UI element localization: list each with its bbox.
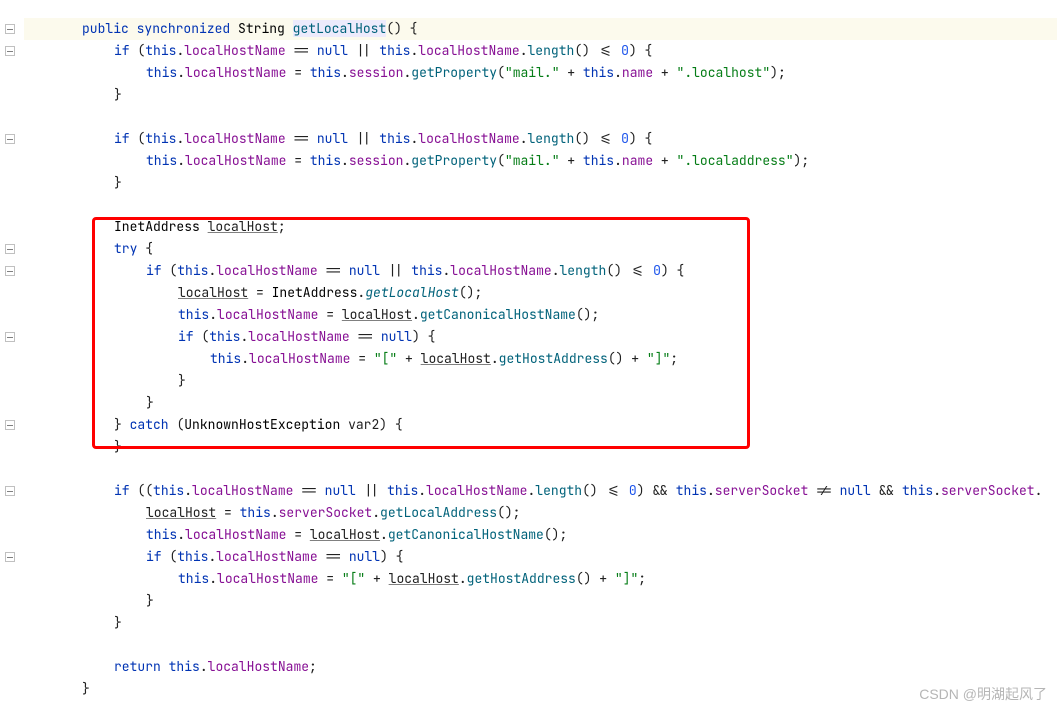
fold-marker[interactable] bbox=[0, 414, 20, 436]
code-line[interactable]: } bbox=[24, 84, 1057, 106]
code-line[interactable]: if (this.localHostName == null) { bbox=[24, 546, 1057, 568]
fold-marker[interactable] bbox=[0, 238, 20, 260]
code-line[interactable]: if (this.localHostName == null) { bbox=[24, 326, 1057, 348]
code-line[interactable]: } bbox=[24, 436, 1057, 458]
fold-marker[interactable] bbox=[0, 480, 20, 502]
code-line[interactable]: this.localHostName = "[" + localHost.get… bbox=[24, 568, 1057, 590]
code-line[interactable]: this.localHostName = localHost.getCanoni… bbox=[24, 524, 1057, 546]
code-line[interactable]: } catch (UnknownHostException var2) { bbox=[24, 414, 1057, 436]
code-line[interactable]: try { bbox=[24, 238, 1057, 260]
code-line[interactable]: this.localHostName = "[" + localHost.get… bbox=[24, 348, 1057, 370]
fold-marker[interactable] bbox=[0, 40, 20, 62]
code-line[interactable] bbox=[24, 458, 1057, 480]
gutter bbox=[0, 0, 20, 711]
code-line[interactable]: if (this.localHostName == null || this.l… bbox=[24, 128, 1057, 150]
code-line[interactable]: if ((this.localHostName == null || this.… bbox=[24, 480, 1057, 502]
code-line[interactable]: return this.localHostName; bbox=[24, 656, 1057, 678]
code-line[interactable] bbox=[24, 106, 1057, 128]
fold-marker[interactable] bbox=[0, 18, 20, 40]
fold-marker[interactable] bbox=[0, 546, 20, 568]
code-line[interactable]: if (this.localHostName == null || this.l… bbox=[24, 260, 1057, 282]
code-line[interactable]: public synchronized String getLocalHost(… bbox=[24, 18, 1057, 40]
code-line[interactable]: } bbox=[24, 612, 1057, 634]
code-editor: public synchronized String getLocalHost(… bbox=[0, 0, 1057, 711]
fold-marker[interactable] bbox=[0, 260, 20, 282]
code-line[interactable] bbox=[24, 194, 1057, 216]
code-line[interactable]: } bbox=[24, 392, 1057, 414]
fold-marker[interactable] bbox=[0, 326, 20, 348]
code-line[interactable] bbox=[24, 634, 1057, 656]
code-line[interactable]: } bbox=[24, 370, 1057, 392]
code-line[interactable]: } bbox=[24, 172, 1057, 194]
code-area[interactable]: public synchronized String getLocalHost(… bbox=[20, 0, 1057, 711]
code-line[interactable]: } bbox=[24, 678, 1057, 700]
code-line[interactable]: if (this.localHostName == null || this.l… bbox=[24, 40, 1057, 62]
code-line[interactable]: localHost = this.serverSocket.getLocalAd… bbox=[24, 502, 1057, 524]
method-declaration: getLocalHost bbox=[293, 20, 387, 37]
code-line[interactable]: this.localHostName = this.session.getPro… bbox=[24, 150, 1057, 172]
fold-marker[interactable] bbox=[0, 128, 20, 150]
code-line[interactable]: localHost = InetAddress.getLocalHost(); bbox=[24, 282, 1057, 304]
code-line[interactable]: InetAddress localHost; bbox=[24, 216, 1057, 238]
code-line[interactable]: this.localHostName = localHost.getCanoni… bbox=[24, 304, 1057, 326]
code-line[interactable]: } bbox=[24, 590, 1057, 612]
code-line[interactable]: this.localHostName = this.session.getPro… bbox=[24, 62, 1057, 84]
